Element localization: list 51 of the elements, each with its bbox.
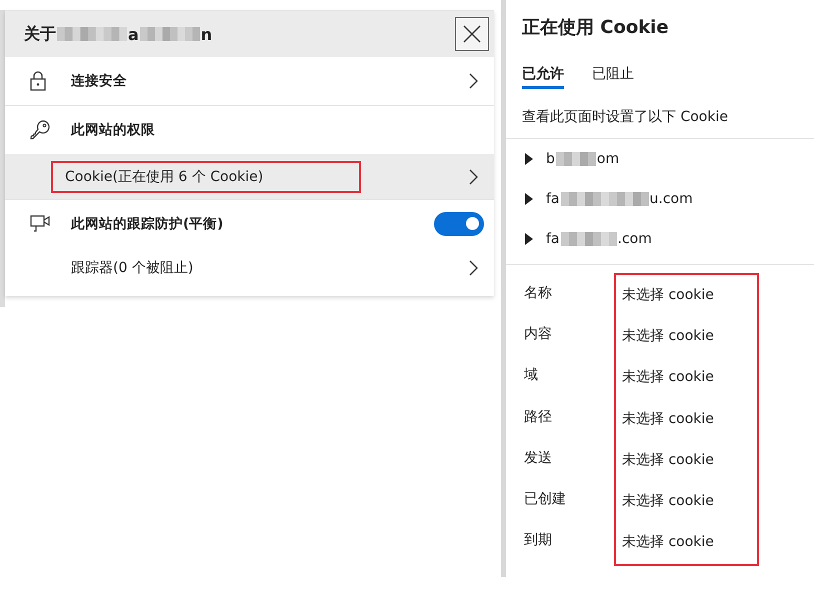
title-text: n bbox=[200, 24, 212, 44]
caret-icon[interactable] bbox=[524, 152, 534, 166]
domain-text: fa bbox=[546, 191, 560, 207]
detail-label: 路径 bbox=[524, 408, 553, 427]
redaction-mask bbox=[140, 25, 200, 43]
title-text: a bbox=[128, 24, 139, 44]
menu-item[interactable]: 连接安全 bbox=[5, 57, 494, 105]
detail-value: 未选择 cookie bbox=[622, 450, 715, 470]
detail-label: 到期 bbox=[524, 531, 553, 550]
close-button[interactable] bbox=[455, 17, 489, 51]
row-label: 此网站的权限 bbox=[70, 121, 156, 139]
detail-label: 域 bbox=[524, 366, 539, 386]
row-label: Cookie(正在使用 6 个 Cookie) bbox=[64, 168, 264, 184]
detail-value: 未选择 cookie bbox=[622, 410, 715, 429]
caret-icon[interactable] bbox=[524, 232, 534, 246]
menu-item[interactable]: 跟踪器(0 个被阻止) bbox=[5, 247, 494, 289]
redaction-mask bbox=[560, 230, 617, 248]
lock-icon bbox=[29, 71, 47, 91]
detail-value: 未选择 cookie bbox=[622, 492, 715, 511]
panel-title: 正在使用 Cookie bbox=[522, 16, 670, 40]
domain-text: .com bbox=[618, 231, 652, 247]
tab[interactable]: 已阻止 bbox=[592, 65, 634, 89]
chevron-right-icon bbox=[468, 73, 478, 89]
detail-label: 名称 bbox=[524, 284, 553, 303]
detail-value: 未选择 cookie bbox=[622, 533, 715, 552]
title-text: 关于 bbox=[24, 24, 56, 44]
caret-icon[interactable] bbox=[524, 192, 534, 206]
domain-text: fa bbox=[546, 231, 560, 247]
detail-label: 已创建 bbox=[524, 490, 567, 509]
chevron-right-icon bbox=[468, 260, 478, 276]
description-text: 查看此页面时设置了以下 Cookie bbox=[522, 108, 729, 127]
redaction-mask bbox=[57, 25, 127, 43]
toggle-switch[interactable] bbox=[434, 212, 484, 236]
domain-text: b bbox=[546, 151, 555, 167]
tab[interactable]: 已允许 bbox=[522, 65, 564, 89]
detail-value: 未选择 cookie bbox=[622, 286, 715, 305]
chevron-right-icon bbox=[468, 168, 478, 184]
camera-icon bbox=[29, 212, 51, 234]
row-label: 此网站的跟踪防护(平衡) bbox=[70, 214, 224, 232]
redaction-mask bbox=[556, 150, 596, 168]
domain-text: u.com bbox=[650, 191, 693, 207]
close-icon bbox=[463, 25, 481, 43]
row-label: 跟踪器(0 个被阻止) bbox=[70, 259, 194, 277]
menu-item[interactable]: Cookie(正在使用 6 个 Cookie) bbox=[5, 154, 494, 199]
key-icon bbox=[29, 119, 51, 141]
detail-label: 发送 bbox=[524, 448, 553, 468]
domain-text: om bbox=[596, 151, 620, 167]
detail-label: 内容 bbox=[524, 325, 553, 344]
row-label: 连接安全 bbox=[70, 72, 128, 90]
detail-value: 未选择 cookie bbox=[622, 368, 715, 388]
detail-value: 未选择 cookie bbox=[622, 327, 715, 346]
